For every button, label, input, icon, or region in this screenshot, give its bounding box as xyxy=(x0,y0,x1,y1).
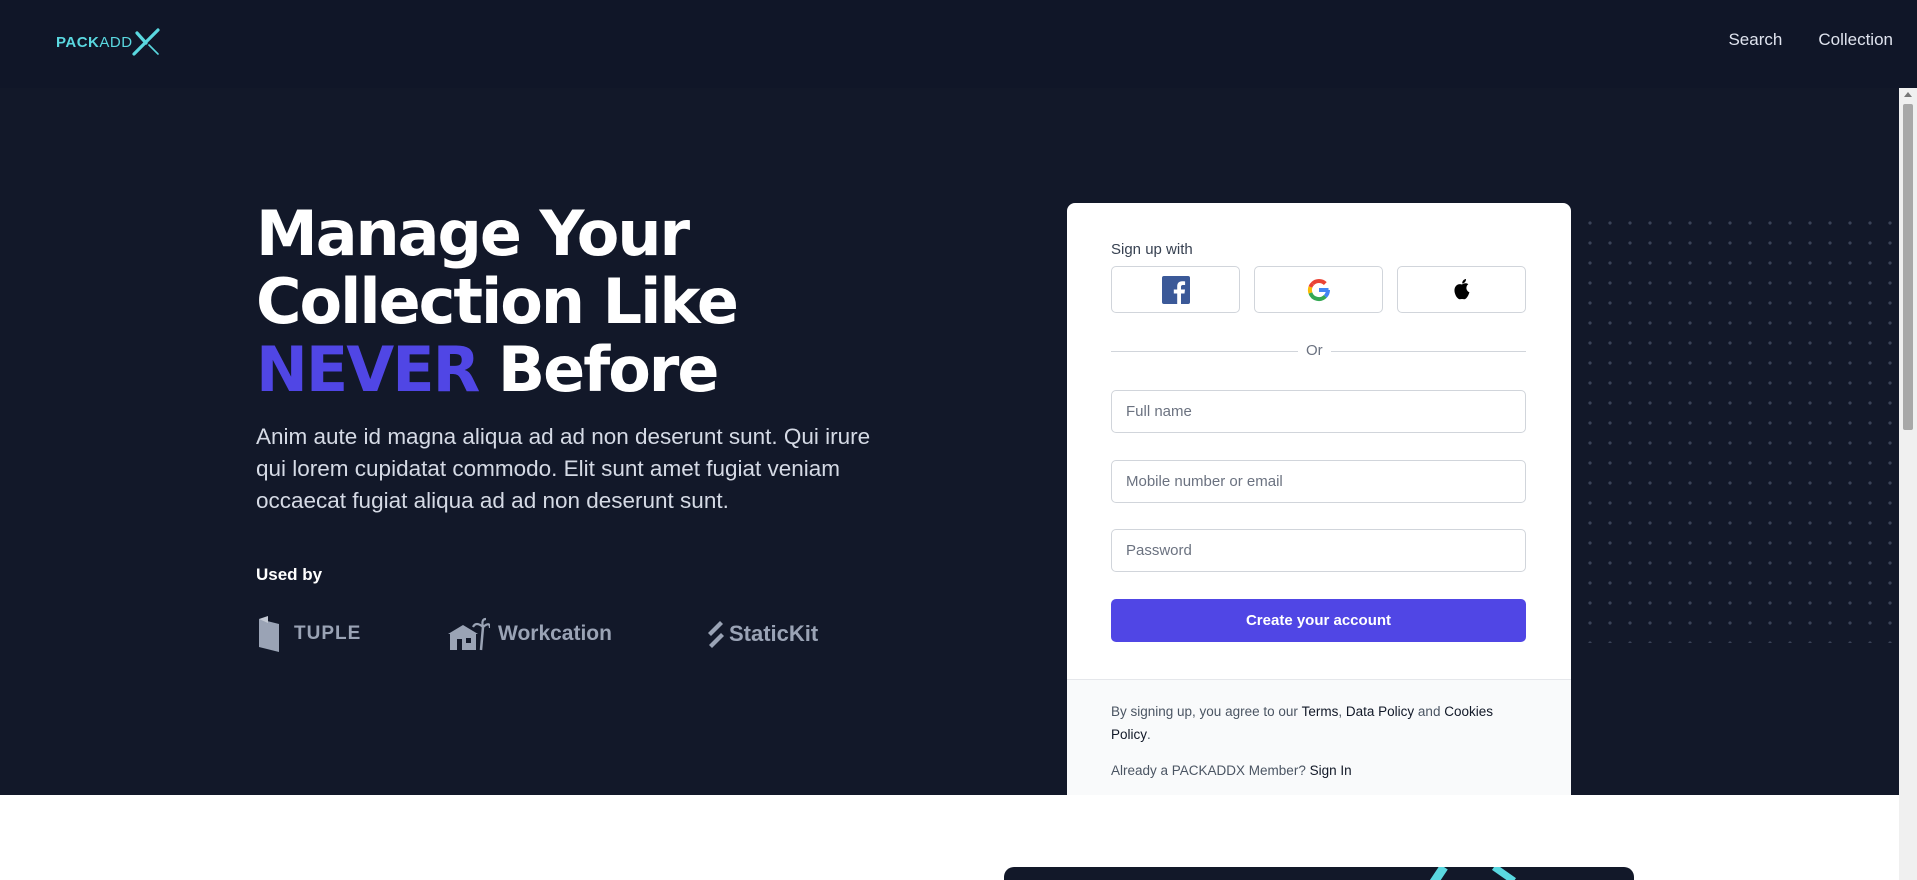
headline-line-2: Collection Like xyxy=(256,265,739,338)
apple-signup-button[interactable] xyxy=(1397,266,1526,313)
google-icon xyxy=(1307,278,1330,301)
terms-end: . xyxy=(1147,727,1151,742)
terms-prefix: By signing up, you agree to our xyxy=(1111,704,1302,719)
brand-logos: TUPLE Workcation StaticKit xyxy=(256,615,818,653)
password-field[interactable] xyxy=(1111,529,1526,572)
or-divider-label: Or xyxy=(1298,342,1331,359)
dot-pattern xyxy=(1580,213,1899,643)
statickit-wordmark: StaticKit xyxy=(729,621,819,646)
workcation-logo-icon xyxy=(448,617,490,651)
brand-tuple: TUPLE xyxy=(256,615,448,653)
member-prompt: Already a PACKADDX Member? Sign In xyxy=(1111,763,1352,778)
statickit-logo-icon xyxy=(708,621,724,648)
packaddx-logo[interactable]: PACK ADD xyxy=(56,26,161,58)
nav-search-link[interactable]: Search xyxy=(1728,30,1782,50)
brand-workcation: Workcation xyxy=(448,617,706,651)
mobile-or-email-field[interactable] xyxy=(1111,460,1526,503)
workcation-wordmark: Workcation xyxy=(498,622,612,645)
top-navbar: PACK ADD Search Collection xyxy=(0,0,1917,88)
facebook-signup-button[interactable] xyxy=(1111,266,1240,313)
signup-card-footer: By signing up, you agree to our Terms, D… xyxy=(1067,679,1571,795)
member-prompt-text: Already a PACKADDX Member? xyxy=(1111,763,1310,778)
google-signup-button[interactable] xyxy=(1254,266,1383,313)
scroll-up-arrow-icon[interactable] xyxy=(1904,92,1912,97)
hero-section: Manage Your Collection Like NEVER Before… xyxy=(0,88,1899,795)
next-section-card xyxy=(1004,867,1634,880)
main-nav: Search Collection xyxy=(1728,30,1893,50)
apple-icon xyxy=(1453,278,1469,299)
terms-notice: By signing up, you agree to our Terms, D… xyxy=(1111,700,1531,746)
headline-end: Before xyxy=(497,333,720,406)
scrollbar-thumb[interactable] xyxy=(1903,104,1913,430)
full-name-field[interactable] xyxy=(1111,390,1526,433)
sign-up-with-label: Sign up with xyxy=(1111,241,1193,258)
headline-line-1: Manage Your xyxy=(256,197,690,270)
terms-and: and xyxy=(1414,704,1445,719)
tuple-wordmark: TUPLE xyxy=(294,623,362,644)
decorative-x-mark-icon xyxy=(1429,867,1517,880)
terms-separator: , xyxy=(1338,704,1346,719)
brand-statickit: StaticKit xyxy=(706,619,818,649)
page-scrollbar[interactable] xyxy=(1899,88,1917,880)
logo-part-pack: PACK xyxy=(56,33,100,51)
sign-in-link[interactable]: Sign In xyxy=(1310,763,1352,778)
hero-description: Anim aute id magna aliqua ad ad non dese… xyxy=(256,424,871,513)
nav-collection-link[interactable]: Collection xyxy=(1818,30,1893,50)
terms-link[interactable]: Terms xyxy=(1302,704,1339,719)
tuple-logo-icon xyxy=(259,616,279,652)
create-account-button[interactable]: Create your account xyxy=(1111,599,1526,642)
headline-accent: NEVER xyxy=(256,333,480,406)
hero-headline: Manage Your Collection Like NEVER Before xyxy=(256,197,739,406)
logo-x-mark-icon xyxy=(131,28,160,56)
used-by-label: Used by xyxy=(256,565,323,584)
signup-card: Sign up with Or Full name Mobile number … xyxy=(1067,203,1571,795)
logo-part-add: ADD xyxy=(99,33,133,51)
data-policy-link[interactable]: Data Policy xyxy=(1346,704,1414,719)
facebook-icon xyxy=(1161,275,1190,304)
